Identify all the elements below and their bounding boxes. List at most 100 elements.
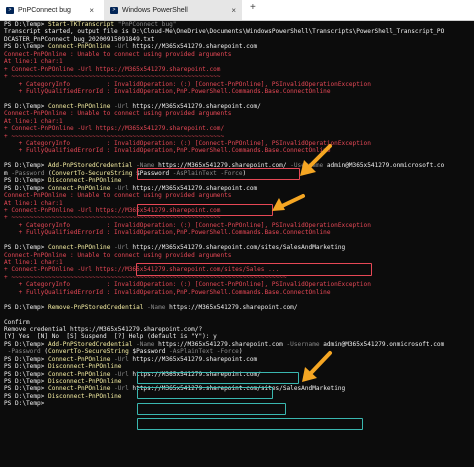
terminal-text: PS D:\Temp> xyxy=(4,340,49,348)
terminal-text: + ~~~~~~~~~~~~~~~~~~~~~~~~~~~~~~~~~~~~~~… xyxy=(4,73,221,81)
terminal-text: https://M365x541279.sharepoint.com/sites… xyxy=(132,244,346,252)
terminal-text: + Connect-PnPOnline -Url https://M365x54… xyxy=(4,65,221,73)
terminal-line: Remove credential https://M365x541279.sh… xyxy=(4,326,470,333)
terminal-text: -Url xyxy=(114,102,133,110)
terminal-text: DCASTER_PnPConnect bug_20200915091849.tx… xyxy=(4,35,155,43)
terminal-text: + FullyQualifiedErrorId : InvalidOperati… xyxy=(4,229,331,237)
terminal-line: + FullyQualifiedErrorId : InvalidOperati… xyxy=(4,88,470,95)
terminal-line: Connect-PnPOnline : Unable to connect us… xyxy=(4,192,470,199)
terminal-line: + CategoryInfo : InvalidOperation: (:) [… xyxy=(4,81,470,88)
terminal-text: Remove credential https://M365x541279.sh… xyxy=(4,325,203,333)
terminal-line: PS D:\Temp> Connect-PnPOnline -Url https… xyxy=(4,43,470,50)
terminal-line: [Y] Yes [N] No [S] Suspend [?] Help (def… xyxy=(4,333,470,340)
terminal-line: + CategoryInfo : InvalidOperation: (:) [… xyxy=(4,222,470,229)
highlight-box-success xyxy=(137,387,273,399)
terminal-text: -AsPlainText -Force xyxy=(169,348,239,356)
highlight-box-success xyxy=(137,418,363,430)
powershell-icon: > xyxy=(110,6,118,14)
terminal-text: PS D:\Temp> xyxy=(4,355,49,363)
close-icon[interactable]: × xyxy=(89,6,94,15)
terminal-line: + Connect-PnPOnline -Url https://M365x54… xyxy=(4,125,470,132)
terminal-text: https://M365x541279.sharepoint.com/ xyxy=(169,303,298,311)
terminal-text: -Url xyxy=(114,184,133,192)
terminal-text: Connect-PnPOnline xyxy=(48,355,115,363)
terminal-line: PS D:\Temp> Disconnect-PnPOnline xyxy=(4,363,470,370)
terminal-line: At line:1 char:1 xyxy=(4,58,470,65)
terminal-text: + FullyQualifiedErrorId : InvalidOperati… xyxy=(4,147,331,155)
terminal-text: PS D:\Temp> xyxy=(4,363,49,371)
highlight-box-success xyxy=(137,403,286,415)
terminal-line: Connect-PnPOnline : Unable to connect us… xyxy=(4,252,470,259)
terminal-text: + FullyQualifiedErrorId : InvalidOperati… xyxy=(4,87,331,95)
terminal-line: PS D:\Temp> Connect-PnPOnline -Url https… xyxy=(4,185,470,192)
terminal-text: Connect-PnPOnline xyxy=(48,102,115,110)
terminal-text: Connect-PnPOnline : Unable to connect us… xyxy=(4,251,232,259)
terminal-line: At line:1 char:1 xyxy=(4,118,470,125)
terminal-line: PS D:\Temp> Start-TKTranscript "PnPConne… xyxy=(4,21,470,28)
terminal-text: Confirm xyxy=(4,318,30,326)
window-titlebar: > PnPConnect bug × > Windows PowerShell … xyxy=(0,0,474,21)
terminal-output[interactable]: PS D:\Temp> Start-TKTranscript "PnPConne… xyxy=(4,21,470,467)
terminal-line: PS D:\Temp> Add-PnPStoredCredential -Nam… xyxy=(4,341,470,348)
terminal-text: ConvertTo-SecureString xyxy=(51,169,137,177)
terminal-line: + FullyQualifiedErrorId : InvalidOperati… xyxy=(4,289,470,296)
terminal-line: -Password (ConvertTo-SecureString $Passw… xyxy=(4,348,470,355)
terminal-text: Disconnect-PnPOnline xyxy=(48,392,122,400)
terminal-text: PS D:\Temp> xyxy=(4,184,49,192)
terminal-text: Connect-PnPOnline xyxy=(48,385,115,393)
terminal-text: Disconnect-PnPOnline xyxy=(48,363,122,371)
terminal-text: Remove-PnPStoredCredential xyxy=(48,303,148,311)
terminal-text: + CategoryInfo : InvalidOperation: (:) [… xyxy=(4,281,371,289)
terminal-text: -Password xyxy=(11,169,49,177)
terminal-text: -Url xyxy=(114,244,133,252)
close-icon[interactable]: × xyxy=(231,6,236,15)
terminal-text: Transcript started, output file is D:\Cl… xyxy=(4,28,445,36)
terminal-line: Transcript started, output file is D:\Cl… xyxy=(4,28,470,35)
terminal-text: + CategoryInfo : InvalidOperation: (:) [… xyxy=(4,80,371,88)
terminal-text: Connect-PnPOnline : Unable to connect us… xyxy=(4,110,232,118)
terminal-text: -Name xyxy=(136,340,159,348)
terminal-text: https://M365x541279.sharepoint.com/ xyxy=(132,102,261,110)
highlight-box-success xyxy=(137,372,299,384)
terminal-text: admin@M365x541279.onmicrosoft.com xyxy=(323,340,445,348)
new-tab-button[interactable]: + xyxy=(250,2,256,13)
highlight-box-error xyxy=(136,263,372,276)
terminal-line: Connect-PnPOnline : Unable to connect us… xyxy=(4,110,470,117)
terminal-text: ConvertTo-SecureString xyxy=(48,348,133,356)
terminal-text: https://M365x541279.sharepoint.com xyxy=(132,43,258,51)
arrow-icon xyxy=(272,194,305,211)
terminal-text: Disconnect-PnPOnline xyxy=(48,378,122,385)
highlight-box-error xyxy=(137,168,300,180)
terminal-text: + FullyQualifiedErrorId : InvalidOperati… xyxy=(4,288,331,296)
terminal-text: At line:1 char:1 xyxy=(4,58,63,66)
terminal-text: -Url xyxy=(114,370,133,378)
terminal-text: $Password xyxy=(132,348,170,356)
tab-pnpconnect-bug[interactable]: > PnPConnect bug × xyxy=(0,0,100,20)
terminal-text: -Url xyxy=(114,385,133,393)
terminal-text: + CategoryInfo : InvalidOperation: (:) [… xyxy=(4,221,371,229)
terminal-text: Connect-PnPOnline xyxy=(48,43,115,51)
tab-label: PnPConnect bug xyxy=(18,6,71,14)
terminal-text: https://M365x541279.sharepoint.com xyxy=(132,355,258,363)
terminal-text: PS D:\Temp> xyxy=(4,102,49,110)
terminal-text: -Url xyxy=(114,43,133,51)
terminal-text: + ~~~~~~~~~~~~~~~~~~~~~~~~~~~~~~~~~~~~~~… xyxy=(4,132,225,140)
highlight-box-error xyxy=(137,204,273,216)
terminal-text: + Connect-PnPOnline -Url https://M365x54… xyxy=(4,125,225,133)
terminal-line: PS D:\Temp> Connect-PnPOnline -Url https… xyxy=(4,356,470,363)
terminal-text: [Y] Yes [N] No [S] Suspend [?] Help (def… xyxy=(4,333,217,341)
tab-windows-powershell[interactable]: > Windows PowerShell × xyxy=(104,0,242,20)
terminal-text: PS D:\Temp> xyxy=(4,385,49,393)
terminal-line: PS D:\Temp> Remove-PnPStoredCredential -… xyxy=(4,304,470,311)
terminal-text: At line:1 char:1 xyxy=(4,259,63,266)
terminal-line: + ~~~~~~~~~~~~~~~~~~~~~~~~~~~~~~~~~~~~~~… xyxy=(4,73,470,80)
terminal-line: + CategoryInfo : InvalidOperation: (:) [… xyxy=(4,281,470,288)
terminal-text: PS D:\Temp> xyxy=(4,21,49,28)
terminal-text: PS D:\Temp> xyxy=(4,43,49,51)
tab-label: Windows PowerShell xyxy=(122,6,188,14)
terminal-text: PS D:\Temp> xyxy=(4,378,49,385)
